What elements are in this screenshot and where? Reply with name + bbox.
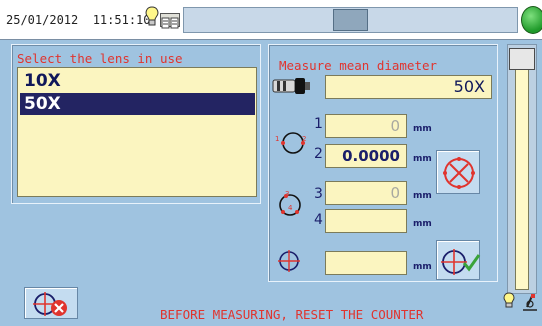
row-index-2: 2 xyxy=(314,146,323,162)
circle-b-label-4: 4 xyxy=(288,204,293,212)
value-field-3: 0 xyxy=(325,181,407,205)
status-indicator xyxy=(521,6,542,34)
lightbulb-icon[interactable] xyxy=(145,6,159,28)
result-field xyxy=(325,251,407,275)
confirm-measure-button[interactable] xyxy=(436,240,481,280)
lens-item-50x-selected[interactable]: 50X xyxy=(20,93,255,115)
vertical-slider-thumb[interactable] xyxy=(509,48,535,70)
footer-message: BEFORE MEASURING, RESET THE COUNTER xyxy=(160,307,424,322)
horizontal-scroll-thumb[interactable] xyxy=(333,9,368,31)
unit-3: mm xyxy=(413,191,432,201)
lens-item-10x[interactable]: 10X xyxy=(20,70,255,92)
row-index-1: 1 xyxy=(314,116,323,132)
cancel-target-icon xyxy=(443,157,475,189)
reset-counter-button[interactable] xyxy=(24,287,78,319)
confirm-target-icon xyxy=(441,249,481,275)
book-icon[interactable] xyxy=(160,13,180,29)
unit-4: mm xyxy=(413,219,432,229)
lens-panel-title: Select the lens in use xyxy=(17,51,183,66)
circle-two-points-icon xyxy=(281,132,305,154)
unit-1: mm xyxy=(413,124,432,134)
row-index-4: 4 xyxy=(314,212,323,228)
circle-a-label-1: 1 xyxy=(275,135,280,143)
value-field-4 xyxy=(325,209,407,233)
result-unit: mm xyxy=(413,262,432,272)
datetime: 25/01/2012 11:51:10 xyxy=(6,13,151,27)
circle-b-label-3: 3 xyxy=(285,190,290,198)
microscope-icon[interactable] xyxy=(519,292,539,312)
objective-lens-icon xyxy=(272,78,310,94)
measure-panel-title: Measure mean diameter xyxy=(279,58,438,73)
clear-measure-button[interactable] xyxy=(436,150,480,194)
crosshair-circle-icon xyxy=(278,250,300,272)
circle-a-label-2: 2 xyxy=(302,135,307,143)
objective-value-field: 50X xyxy=(325,75,492,99)
unit-2: mm xyxy=(413,154,432,164)
lightbulb-icon[interactable] xyxy=(503,292,515,310)
vertical-slider-bar[interactable] xyxy=(515,66,529,290)
reset-target-icon xyxy=(33,292,67,316)
value-field-1: 0 xyxy=(325,114,407,138)
time: 11:51:10 xyxy=(92,13,151,27)
value-field-2: 0.0000 xyxy=(325,144,407,168)
date: 25/01/2012 xyxy=(6,13,79,27)
row-index-3: 3 xyxy=(314,186,323,202)
lens-list[interactable]: 10X 50X xyxy=(17,67,257,197)
